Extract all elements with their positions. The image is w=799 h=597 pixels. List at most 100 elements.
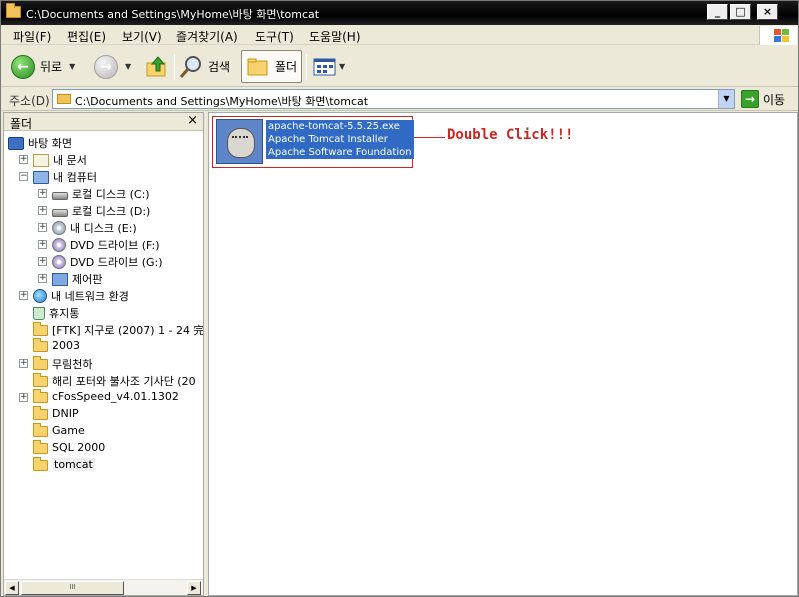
chevron-down-icon[interactable]: ▼ — [69, 62, 75, 71]
tree-item-content[interactable]: cFosSpeed_v4.01.1302 — [33, 388, 179, 403]
tree-item-content[interactable]: 내 네트워크 환경 — [33, 288, 129, 304]
tree-item-content[interactable]: 내 컴퓨터 — [33, 169, 97, 185]
tree-item[interactable]: 휴지통 — [4, 304, 203, 321]
tree-item-label: 해리 포터와 불사조 기사단 (20 — [52, 375, 196, 388]
tree-item[interactable]: + 로컬 디스크 (D:) — [4, 202, 203, 219]
tree-item-content[interactable]: DVD 드라이브 (G:) — [52, 254, 163, 270]
tree-expander-icon[interactable]: + — [38, 206, 47, 215]
tree-item[interactable]: 바탕 화면 — [4, 134, 203, 151]
tree-item-label: DVD 드라이브 (G:) — [70, 256, 163, 269]
tree-expander-icon[interactable]: + — [38, 257, 47, 266]
up-folder-button[interactable] — [145, 50, 169, 83]
forward-button[interactable]: → ▼ — [94, 50, 131, 83]
tree-item[interactable]: + 무림천하 — [4, 355, 203, 372]
toolbar-separator — [306, 54, 307, 80]
tree-item[interactable]: tomcat — [4, 456, 203, 474]
folders-button[interactable]: 폴더 — [241, 50, 303, 83]
title-bar[interactable]: C:\Documents and Settings\MyHome\바탕 화면\t… — [1, 1, 798, 25]
tree-item-content[interactable]: DNIP — [33, 405, 79, 420]
tree-item-content[interactable]: 해리 포터와 불사조 기사단 (20 — [33, 373, 196, 389]
tree-item-content[interactable]: 휴지통 — [33, 305, 79, 321]
folder-icon — [247, 58, 268, 75]
tree-item[interactable]: 2003 — [4, 337, 203, 355]
toolbar-separator — [174, 54, 175, 80]
tree-expander-icon[interactable]: − — [19, 172, 28, 181]
tree-item-content[interactable]: 내 디스크 (E:) — [52, 220, 137, 236]
tree-item[interactable]: + cFosSpeed_v4.01.1302 — [4, 388, 203, 406]
cd-drive-icon — [52, 221, 66, 235]
tree-item-content[interactable]: 로컬 디스크 (C:) — [52, 186, 150, 202]
tree-item-content[interactable]: 무림천하 — [33, 356, 92, 372]
tree-item[interactable]: + 내 문서 — [4, 151, 203, 168]
folder-pane: 폴더 × 바탕 화면 + 내 문서 − 내 컴퓨터 + 로컬 디스크 (C:) + 로컬 디스크… — [3, 112, 204, 596]
tree-item[interactable]: + 제어판 — [4, 270, 203, 287]
tree-expander-icon[interactable]: + — [19, 291, 28, 300]
tree-item-label: cFosSpeed_v4.01.1302 — [52, 390, 179, 403]
tree-item[interactable]: 해리 포터와 불사조 기사단 (20 — [4, 372, 203, 389]
scroll-left-icon[interactable]: ◀ — [5, 581, 19, 595]
tree-expander-icon[interactable]: + — [19, 155, 28, 164]
back-button[interactable]: ← 뒤로 ▼ — [11, 50, 75, 83]
scroll-thumb[interactable]: III — [21, 581, 124, 595]
chevron-down-icon[interactable]: ▼ — [125, 62, 131, 71]
tree-expander-icon[interactable]: + — [19, 359, 28, 368]
tree-item-content[interactable]: 로컬 디스크 (D:) — [52, 203, 150, 219]
tree-item[interactable]: [FTK] 지구로 (2007) 1 - 24 完 — [4, 321, 203, 338]
tree-item[interactable]: + DVD 드라이브 (G:) — [4, 253, 203, 270]
maximize-button[interactable]: □ — [730, 4, 751, 20]
tree-expander-icon[interactable]: + — [38, 223, 47, 232]
tree-item[interactable]: SQL 2000 — [4, 439, 203, 457]
explorer-window: C:\Documents and Settings\MyHome\바탕 화면\t… — [0, 0, 799, 597]
tree-item-content[interactable]: Game — [33, 422, 85, 437]
tree-expander-icon[interactable]: + — [38, 240, 47, 249]
file-name: apache-tomcat-5.5.25.exe — [266, 120, 414, 133]
tree-item-content[interactable]: DVD 드라이브 (F:) — [52, 237, 160, 253]
minimize-button[interactable]: _ — [707, 4, 728, 20]
tree-expander-icon[interactable]: + — [38, 189, 47, 198]
file-item-tomcat-installer[interactable]: apache-tomcat-5.5.25.exe Apache Tomcat I… — [212, 116, 414, 168]
search-button[interactable]: 검색 — [179, 50, 230, 83]
tree-item-label: DVD 드라이브 (F:) — [70, 239, 160, 252]
close-button[interactable]: × — [757, 4, 778, 20]
menu-tools[interactable]: 도구(T) — [255, 28, 294, 45]
chevron-down-icon[interactable]: ▼ — [339, 62, 345, 71]
address-input[interactable]: C:\Documents and Settings\MyHome\바탕 화면\t… — [52, 89, 735, 109]
tree-item-content[interactable]: [FTK] 지구로 (2007) 1 - 24 完 — [33, 322, 203, 338]
tree-item-content[interactable]: SQL 2000 — [33, 439, 106, 454]
hard-disk-icon — [52, 208, 68, 217]
go-button[interactable]: → 이동 — [741, 90, 785, 108]
menu-edit[interactable]: 편집(E) — [67, 28, 106, 45]
tree-item-content[interactable]: 2003 — [33, 337, 80, 352]
tree-item[interactable]: + DVD 드라이브 (F:) — [4, 236, 203, 253]
menu-help[interactable]: 도움말(H) — [309, 28, 361, 45]
tree-item-content[interactable]: tomcat — [33, 456, 95, 471]
folder-pane-header: 폴더 × — [4, 113, 203, 131]
tree-item[interactable]: − 내 컴퓨터 — [4, 168, 203, 185]
hard-disk-icon — [52, 191, 68, 200]
tree-item-label: 바탕 화면 — [28, 137, 72, 150]
views-button[interactable]: ▼ — [313, 50, 345, 83]
tree-item[interactable]: + 로컬 디스크 (C:) — [4, 185, 203, 202]
tree-item[interactable]: DNIP — [4, 405, 203, 423]
chevron-down-icon[interactable]: ▼ — [718, 90, 734, 108]
close-icon[interactable]: × — [187, 113, 198, 128]
tree-expander-icon[interactable]: + — [19, 393, 28, 402]
menu-favorites[interactable]: 즐겨찾기(A) — [176, 28, 238, 45]
tree-item-label: 내 컴퓨터 — [53, 171, 97, 184]
tree-item[interactable]: + 내 디스크 (E:) — [4, 219, 203, 236]
horizontal-scrollbar[interactable]: ◀ III ▶ — [4, 579, 203, 595]
back-label: 뒤로 — [40, 60, 63, 74]
network-icon — [33, 289, 47, 303]
dvd-drive-icon — [52, 238, 66, 252]
tree-item-content[interactable]: 내 문서 — [33, 152, 87, 168]
tree-expander-icon[interactable]: + — [38, 274, 47, 283]
address-value[interactable]: C:\Documents and Settings\MyHome\바탕 화면\t… — [75, 93, 368, 109]
tree-item-content[interactable]: 바탕 화면 — [8, 135, 72, 151]
tree-item[interactable]: + 내 네트워크 환경 — [4, 287, 203, 304]
tree-item[interactable]: Game — [4, 422, 203, 440]
tree-item-label: SQL 2000 — [52, 441, 106, 454]
tree-item-content[interactable]: 제어판 — [52, 271, 102, 287]
menu-file[interactable]: 파일(F) — [13, 28, 51, 45]
menu-view[interactable]: 보기(V) — [122, 28, 162, 45]
scroll-right-icon[interactable]: ▶ — [187, 581, 201, 595]
